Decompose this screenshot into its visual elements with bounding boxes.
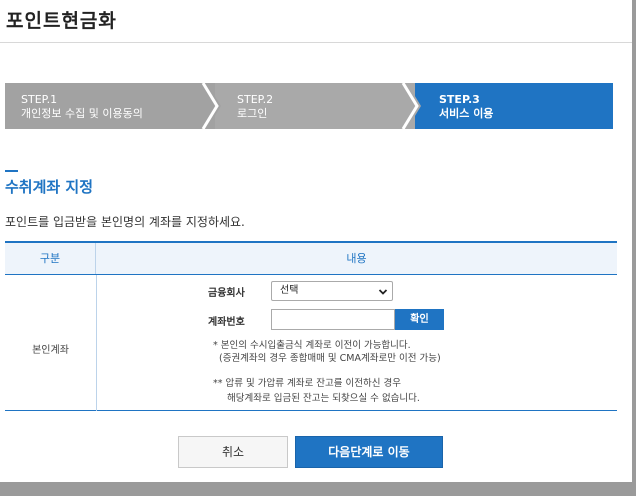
step-3-label: 서비스 이용: [439, 107, 494, 120]
bank-label: 금융회사: [208, 288, 245, 299]
section-title: 수취계좌 지정: [5, 178, 94, 196]
step-2: STEP.2 로그인: [215, 83, 415, 129]
bank-select[interactable]: 선택: [271, 281, 393, 301]
confirm-button[interactable]: 확인: [395, 309, 444, 330]
modal: 포인트현금화 STEP.1 개인정보 수집 및 이용동의 STEP.2 로그인 …: [0, 0, 632, 482]
step-3-active: STEP.3 서비스 이용: [415, 83, 613, 129]
section-description: 포인트를 입금받을 본인명의 계좌를 지정하세요.: [5, 215, 245, 229]
row-label-my-account: 본인계좌: [32, 345, 69, 356]
note-line: (증권계좌의 경우 종합매매 및 CMA계좌로만 이전 가능): [219, 353, 441, 364]
page-title: 포인트현금화: [6, 10, 117, 32]
next-step-button[interactable]: 다음단계로 이동: [295, 436, 443, 468]
header-content: 내용: [346, 252, 367, 265]
note-line: ** 압류 및 가압류 계좌로 잔고를 이전하신 경우: [213, 378, 401, 389]
account-number-input[interactable]: [271, 309, 395, 330]
step-indicator: STEP.1 개인정보 수집 및 이용동의 STEP.2 로그인 STEP.3 …: [5, 83, 613, 129]
step-2-number: STEP.2: [237, 93, 274, 106]
step-2-label: 로그인: [237, 107, 268, 120]
chevron-down-icon: [378, 286, 388, 296]
step-1-number: STEP.1: [21, 93, 58, 106]
step-3-number: STEP.3: [439, 93, 480, 106]
column-divider: [96, 275, 97, 411]
step-1: STEP.1 개인정보 수집 및 이용동의: [5, 83, 215, 129]
account-number-label: 계좌번호: [208, 317, 245, 328]
section-marker: [5, 170, 18, 172]
title-bar: 포인트현금화: [0, 0, 632, 43]
step-1-label: 개인정보 수집 및 이용동의: [21, 107, 143, 120]
step-chevron-icon: [201, 83, 221, 129]
step-chevron-icon: [401, 83, 421, 129]
cancel-button[interactable]: 취소: [178, 436, 288, 468]
header-category: 구분: [5, 243, 96, 274]
table-header: 구분 내용: [5, 243, 617, 275]
account-table: 구분 내용 본인계좌 금융회사 선택 계좌번호 확인 * 본인의 수시입출금식 …: [5, 241, 617, 411]
bank-select-value: 선택: [280, 285, 299, 296]
note-line: 해당계좌로 입금된 잔고는 되찾으실 수 없습니다.: [227, 393, 420, 404]
note-line: * 본인의 수시입출금식 계좌로 이전이 가능합니다.: [213, 340, 411, 351]
